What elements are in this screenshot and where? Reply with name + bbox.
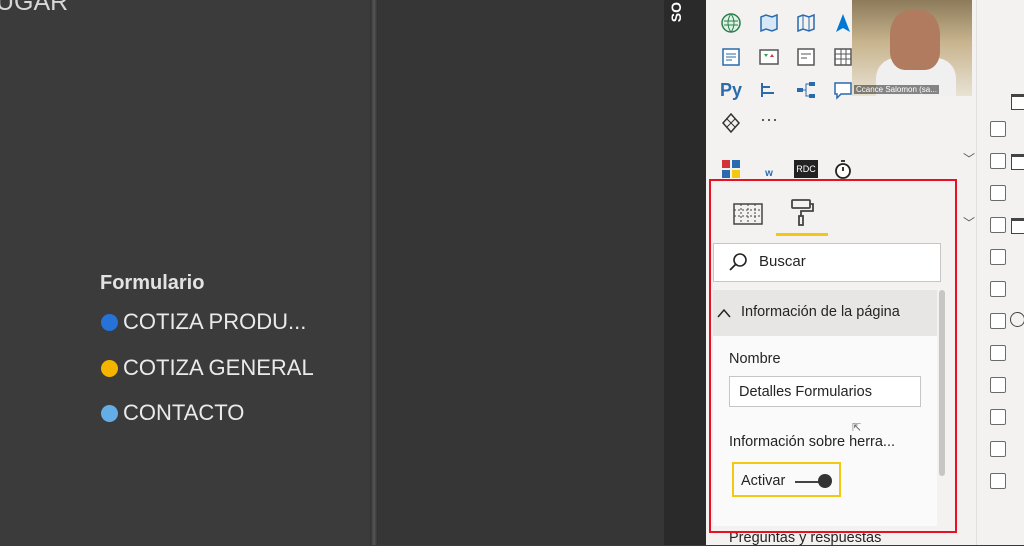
highlight-box xyxy=(709,179,957,533)
legend-title: Formulario xyxy=(100,272,205,294)
legend-item-label: COTIZA PRODU... xyxy=(123,309,307,334)
field-checkbox[interactable] xyxy=(990,313,1006,329)
legend-dot xyxy=(101,404,118,422)
calendar-table-icon xyxy=(1011,154,1024,170)
filters-strip[interactable] xyxy=(664,0,706,545)
legend-item[interactable]: CONTACTO xyxy=(101,400,244,426)
legend-item-label: CONTACTO xyxy=(123,400,245,425)
field-checkbox[interactable] xyxy=(990,153,1006,169)
legend-dot xyxy=(101,359,118,377)
field-checkbox[interactable] xyxy=(990,217,1006,233)
table-icon xyxy=(1011,94,1024,110)
kpi-visual-icon[interactable] xyxy=(756,44,782,70)
field-checkbox[interactable] xyxy=(990,345,1006,361)
webcam-face xyxy=(890,10,940,70)
field-checkbox[interactable] xyxy=(990,185,1006,201)
webcam-name-label: Ccance Salomon (sa... xyxy=(854,85,939,94)
text-box-visual-icon[interactable] xyxy=(718,44,744,70)
legend-dot xyxy=(101,313,118,331)
python-visual-icon[interactable]: Py xyxy=(718,77,744,103)
paginated-report-icon[interactable] xyxy=(793,44,819,70)
filters-strip-label: SO xyxy=(668,2,684,23)
field-checkbox[interactable] xyxy=(990,441,1006,457)
legend-item[interactable]: COTIZA GENERAL xyxy=(101,355,314,381)
field-checkbox[interactable] xyxy=(990,249,1006,265)
fields-pane xyxy=(976,0,1024,545)
legend-item[interactable]: COTIZA PRODU... xyxy=(101,309,306,335)
legend-item-label: COTIZA GENERAL xyxy=(123,355,314,380)
report-canvas-middle xyxy=(378,0,664,545)
calendar-table-icon xyxy=(1011,218,1024,234)
power-apps-icon[interactable] xyxy=(718,110,744,136)
canvas-divider xyxy=(370,0,378,545)
field-checkbox[interactable] xyxy=(990,281,1006,297)
more-visuals-icon[interactable]: ··· xyxy=(756,106,782,132)
webcam-video: Ccance Salomon (sa... xyxy=(852,0,972,96)
key-influencers-icon[interactable] xyxy=(756,77,782,103)
chevron-down-icon[interactable]: ﹀ xyxy=(963,214,975,231)
field-checkbox[interactable] xyxy=(990,377,1006,393)
globe-map-icon[interactable] xyxy=(718,10,744,36)
canvas-top-text: UGAR xyxy=(0,0,69,16)
field-checkbox[interactable] xyxy=(990,121,1006,137)
chevron-down-icon[interactable]: ﹀ xyxy=(963,150,975,167)
field-checkbox[interactable] xyxy=(990,473,1006,489)
decomposition-tree-icon[interactable] xyxy=(793,77,819,103)
filled-map-icon[interactable] xyxy=(756,10,782,36)
field-checkbox[interactable] xyxy=(990,409,1006,425)
globe-icon xyxy=(1010,312,1024,327)
shape-map-icon[interactable] xyxy=(793,10,819,36)
